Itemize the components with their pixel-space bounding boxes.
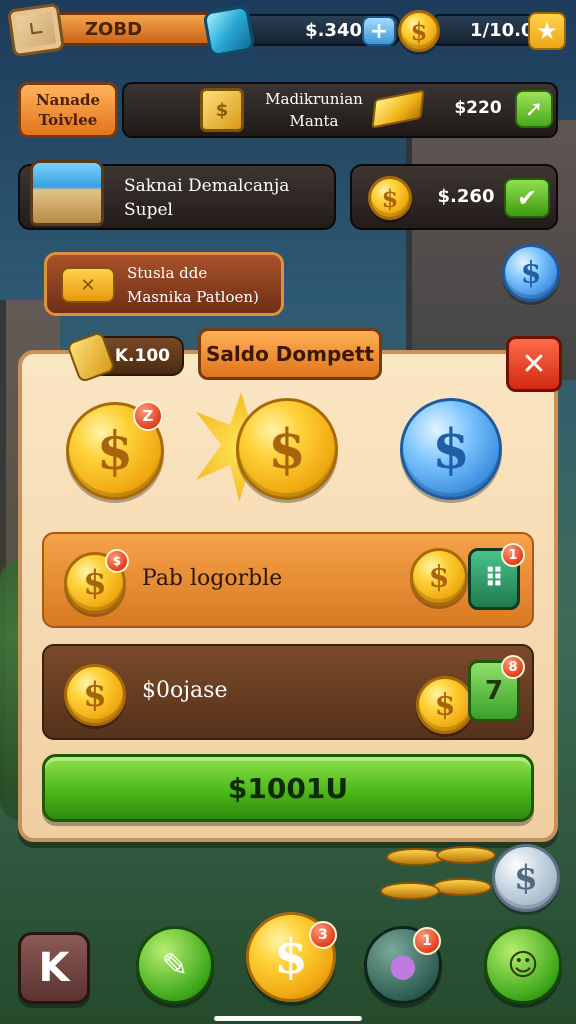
coin-symbol: $ bbox=[274, 929, 308, 985]
blue-coin-option[interactable]: $ bbox=[400, 398, 502, 500]
status-text: Stusla dde Masnika Patloen) bbox=[127, 261, 287, 309]
confirm-button[interactable]: ✔ bbox=[504, 178, 550, 218]
gold-crate-icon: $ bbox=[200, 88, 244, 132]
add-gems-button[interactable]: + bbox=[362, 16, 396, 46]
status-panel[interactable]: ✕ Stusla dde Masnika Patloen) bbox=[44, 252, 284, 316]
crate-counter-value: ZOBD bbox=[85, 18, 143, 40]
quest-go-button[interactable]: ➚ bbox=[515, 90, 553, 128]
home-indicator[interactable] bbox=[214, 1016, 362, 1021]
coin-icon: $ bbox=[64, 664, 126, 726]
coin-icon: $ $ bbox=[64, 549, 129, 614]
panel-amount-value: K.100 bbox=[114, 346, 170, 366]
coin-badge: $ bbox=[105, 549, 129, 573]
gold-coin-option[interactable]: $ bbox=[236, 398, 338, 500]
arrow-icon: ➚ bbox=[524, 96, 544, 122]
notification-badge: 3 bbox=[309, 921, 337, 949]
gem-counter-value: $.340 bbox=[305, 19, 362, 41]
chest-panel[interactable]: Saknai Demalcanja Supel bbox=[18, 160, 336, 230]
chest-title-line2: Supel bbox=[124, 200, 173, 220]
panel-title: Saldo Dompett bbox=[198, 328, 382, 380]
star-button[interactable]: ★ bbox=[528, 12, 566, 50]
ticket-glyph: ✕ bbox=[80, 274, 96, 296]
chest-title-line1: Saknai Demalcanja bbox=[124, 176, 290, 196]
treasure-chest-icon bbox=[30, 160, 104, 226]
shop-coin-button[interactable]: $ 3 bbox=[246, 912, 337, 1002]
smiley-icon: ☺ bbox=[507, 947, 539, 983]
coin-symbol: $ bbox=[514, 858, 538, 898]
notification-badge: 8 bbox=[501, 655, 525, 679]
coin-symbol: $ bbox=[83, 563, 107, 603]
coin-symbol: $ bbox=[432, 417, 470, 481]
notification-badge: 1 bbox=[501, 543, 525, 567]
blue-coin-button[interactable]: $ bbox=[502, 244, 560, 302]
plus-icon: + bbox=[369, 18, 389, 44]
quest-value: $220 bbox=[454, 98, 502, 118]
status-line2: Masnika Patloen) bbox=[127, 288, 259, 306]
coin-symbol: $ bbox=[428, 559, 450, 595]
profile-button[interactable]: ☺ bbox=[484, 926, 562, 1004]
back-icon: K bbox=[38, 945, 70, 991]
coin-symbol: $ bbox=[434, 687, 456, 723]
coin-icon: $ bbox=[416, 676, 474, 734]
gem-icon bbox=[202, 4, 256, 58]
buy-button[interactable]: $1001U bbox=[42, 754, 534, 822]
dice-glyph: ⠿ bbox=[483, 564, 505, 594]
quest-title-line2: Manta bbox=[289, 112, 339, 130]
notification-badge: 1 bbox=[413, 927, 441, 955]
status-line1: Stusla dde bbox=[127, 264, 208, 282]
coin-symbol: $ bbox=[83, 675, 107, 715]
pet-button[interactable]: ● 1 bbox=[364, 926, 442, 1004]
quest-tag-line1: Nanade bbox=[35, 91, 101, 109]
dice-tile-icon[interactable]: ⠿ 1 bbox=[468, 543, 525, 610]
number-tile-icon[interactable]: 7 8 bbox=[468, 655, 525, 722]
quest-tag[interactable]: Nanade Toivlee bbox=[18, 82, 118, 138]
quest-row: Nanade Toivlee $ Madikrunian Manta $220 … bbox=[18, 82, 558, 138]
price-coin-symbol: $ bbox=[381, 183, 399, 213]
crate-icon[interactable] bbox=[6, 2, 66, 58]
coin-counter-value: 1/10.0 bbox=[470, 19, 534, 41]
book-icon: ✎ bbox=[161, 946, 189, 984]
list-item[interactable]: $ $ Pab logorble $ ⠿ 1 bbox=[42, 532, 534, 628]
coin-symbol: $ bbox=[96, 420, 134, 482]
silver-coin-icon[interactable]: $ bbox=[492, 844, 560, 912]
panel-title-text: Saldo Dompett bbox=[206, 342, 374, 366]
quest-title: Madikrunian Manta bbox=[254, 88, 374, 132]
list-item[interactable]: $ $0ojase $ 7 8 bbox=[42, 644, 534, 740]
back-button[interactable]: K bbox=[18, 932, 90, 1004]
quest-log-button[interactable]: ✎ bbox=[136, 926, 214, 1004]
ticket-icon: ✕ bbox=[61, 267, 115, 303]
coin-symbol: $ bbox=[410, 16, 428, 46]
crate-counter[interactable]: ZOBD bbox=[38, 12, 223, 46]
list-item-label: Pab logorble bbox=[142, 566, 283, 591]
blue-coin-symbol: $ bbox=[520, 255, 542, 291]
close-button[interactable]: ✕ bbox=[506, 336, 562, 392]
close-icon: ✕ bbox=[521, 346, 547, 382]
check-icon: ✔ bbox=[516, 184, 538, 212]
top-resource-bar: ZOBD $.340 + 1/10.0 $ ★ bbox=[6, 2, 566, 58]
gold-crate-symbol: $ bbox=[215, 99, 229, 121]
buy-button-label: $1001U bbox=[227, 771, 349, 805]
price-value: $.260 bbox=[437, 186, 495, 207]
coin-symbol: $ bbox=[268, 417, 306, 481]
pet-icon: ● bbox=[389, 946, 417, 984]
coin-icon: $ bbox=[410, 548, 468, 606]
price-panel: $ $.260 ✔ bbox=[350, 164, 558, 230]
coin-icon: $ bbox=[398, 10, 440, 52]
quest-title-line1: Madikrunian bbox=[265, 90, 363, 108]
coin-badge: Z bbox=[133, 401, 163, 431]
quest-tag-line2: Toivlee bbox=[38, 111, 98, 129]
gold-coin-option[interactable]: $ Z bbox=[66, 401, 164, 500]
tile-number: 7 bbox=[484, 676, 504, 706]
list-item-label: $0ojase bbox=[142, 678, 228, 703]
price-coin-icon: $ bbox=[368, 176, 412, 220]
star-icon: ★ bbox=[536, 17, 558, 45]
chest-title: Saknai Demalcanja Supel bbox=[124, 174, 324, 222]
